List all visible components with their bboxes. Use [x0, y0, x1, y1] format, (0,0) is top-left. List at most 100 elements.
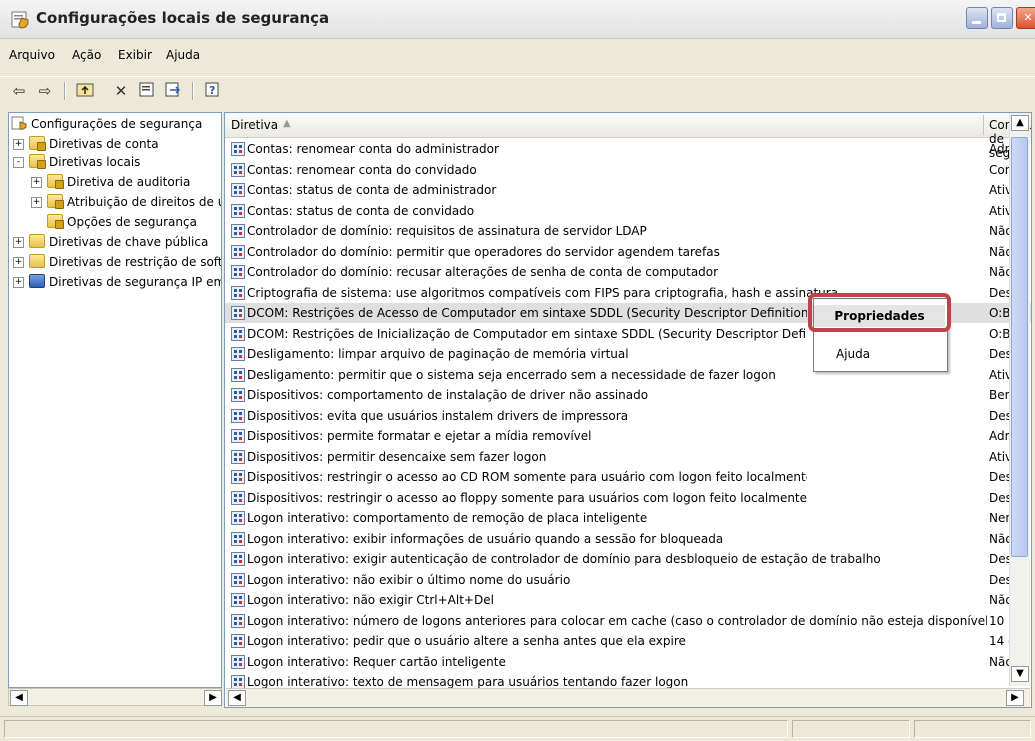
policy-icon [231, 306, 245, 320]
table-row[interactable]: Logon interativo: não exibir o último no… [225, 570, 1031, 590]
directive-cell: Controlador de domínio: requisitos de as… [247, 224, 647, 238]
folder-icon [47, 194, 64, 209]
delete-icon[interactable]: ✕ [110, 81, 132, 101]
directive-cell: Dispositivos: restringir o acesso ao CD … [247, 470, 807, 484]
tree-item-label: Diretivas locais [49, 155, 141, 169]
directive-cell: Contas: status de conta de convidado [247, 203, 475, 218]
list-header: Diretiva ▲ Configuração de segurança [225, 113, 1031, 160]
scroll-right-icon[interactable]: ▶ [1006, 690, 1024, 706]
expand-icon[interactable]: + [13, 237, 24, 248]
table-row[interactable]: Controlador do domínio: recusar alteraçõ… [225, 262, 1031, 282]
policy-icon [231, 449, 245, 464]
directive-cell: Logon interativo: comportamento de remoç… [247, 511, 648, 525]
sort-ascending-icon: ▲ [283, 118, 291, 129]
context-menu-help[interactable]: Ajuda [814, 343, 945, 365]
forward-arrow-icon[interactable]: ⇨ [34, 81, 56, 101]
table-row[interactable]: Dispositivos: permitir desencaixe sem fa… [225, 447, 1031, 467]
policy-icon [231, 511, 245, 525]
menu-arquivo[interactable]: Arquivo [9, 48, 55, 62]
table-row[interactable]: Logon interativo: comportamento de remoç… [225, 508, 1031, 528]
minimize-button[interactable] [966, 7, 988, 29]
tree-item-label: Diretiva de auditoria [67, 175, 191, 189]
menu-acao[interactable]: Ação [72, 48, 101, 62]
directive-cell: Controlador do domínio: permitir que ope… [247, 244, 720, 259]
policy-icon [231, 285, 245, 300]
table-row[interactable]: Logon interativo: não exigir Ctrl+Alt+De… [225, 590, 1031, 610]
back-arrow-icon[interactable]: ⇦ [8, 81, 30, 101]
close-button[interactable]: ✕ [1016, 7, 1035, 29]
directive-cell: Logon interativo: Requer cartão intelige… [247, 654, 506, 669]
directive-cell: Contas: status de conta de administrador [247, 183, 497, 197]
maximize-button[interactable] [991, 7, 1013, 29]
table-row[interactable]: Controlador do domínio: permitir que ope… [225, 242, 1031, 262]
status-segment [914, 720, 1031, 738]
table-row[interactable]: Contas: status de conta de convidadoAtiv… [225, 201, 1031, 221]
menu-exibir[interactable]: Exibir [118, 48, 152, 62]
table-row[interactable]: Logon interativo: exigir autenticação de… [225, 549, 1031, 569]
tree-horizontal-scrollbar[interactable]: ◀ ▶ [8, 688, 222, 706]
list-vertical-scrollbar[interactable]: ▲ ▼ [1009, 113, 1030, 686]
table-row[interactable]: Dispositivos: restringir o acesso ao flo… [225, 488, 1031, 508]
table-row[interactable]: Dispositivos: permite formatar e ejetar … [225, 426, 1031, 446]
table-row[interactable]: Contas: renomear conta do administradorA… [225, 139, 1031, 159]
policy-icon [231, 429, 245, 443]
scroll-down-icon[interactable]: ▼ [1011, 666, 1029, 682]
status-bar [0, 716, 1035, 741]
policy-icon [231, 675, 245, 689]
scroll-up-icon[interactable]: ▲ [1011, 115, 1029, 131]
ip-security-icon [29, 274, 45, 288]
status-segment-main [4, 720, 788, 738]
menu-bar: Arquivo Ação Exibir Ajuda [0, 44, 1035, 66]
tree-item-label: Diretivas de segurança IP em Computador … [49, 275, 221, 289]
table-row[interactable]: Logon interativo: Requer cartão intelige… [225, 652, 1031, 672]
scroll-right-icon[interactable]: ▶ [204, 690, 222, 706]
security-policy-icon [11, 116, 27, 130]
directive-cell: DCOM: Restrições de Inicialização de Com… [247, 326, 807, 341]
policy-icon [231, 347, 245, 361]
policy-icon [231, 326, 245, 341]
expand-icon[interactable]: + [13, 257, 24, 268]
up-folder-icon[interactable] [74, 81, 96, 101]
column-header-directive[interactable]: Diretiva [231, 118, 278, 132]
expand-icon[interactable]: + [13, 277, 24, 288]
table-row[interactable]: Contas: renomear conta do convidadoConvi… [225, 160, 1031, 180]
table-row[interactable]: Dispositivos: restringir o acesso ao CD … [225, 467, 1031, 487]
directive-cell: Dispositivos: restringir o acesso ao flo… [247, 490, 807, 505]
directive-cell: Logon interativo: número de logons anter… [247, 613, 987, 628]
folder-icon [47, 214, 64, 229]
policy-icon [231, 572, 245, 587]
highlight-annotation [808, 293, 951, 332]
export-icon[interactable] [162, 81, 184, 101]
help-icon[interactable]: ? [202, 81, 224, 101]
scroll-thumb[interactable] [1011, 137, 1028, 557]
table-row[interactable]: Logon interativo: número de logons anter… [225, 611, 1031, 631]
directive-cell: Logon interativo: não exibir o último no… [247, 572, 571, 587]
table-row[interactable]: Logon interativo: pedir que o usuário al… [225, 631, 1031, 651]
folder-icon [29, 234, 45, 248]
tree-item-label: Opções de segurança [67, 213, 197, 231]
directive-cell: Logon interativo: exibir informações de … [247, 531, 724, 546]
expand-icon[interactable]: + [13, 139, 24, 150]
expand-icon[interactable]: + [31, 197, 42, 208]
policy-icon [231, 265, 245, 279]
policy-icon [231, 183, 245, 197]
menu-ajuda[interactable]: Ajuda [166, 48, 200, 62]
list-horizontal-scrollbar[interactable]: ◀ ▶ [226, 688, 1030, 707]
policy-icon [231, 203, 245, 218]
expand-icon[interactable]: + [31, 177, 42, 188]
security-policy-icon [11, 11, 29, 29]
table-row[interactable]: Dispositivos: evita que usuários instale… [225, 406, 1031, 426]
directive-cell: Desligamento: limpar arquivo de paginaçã… [247, 347, 629, 361]
properties-icon[interactable] [136, 81, 158, 101]
policy-icon [231, 162, 245, 177]
collapse-icon[interactable]: - [13, 157, 24, 168]
table-row[interactable]: Logon interativo: exibir informações de … [225, 529, 1031, 549]
policy-icon [231, 244, 245, 259]
scroll-left-icon[interactable]: ◀ [10, 690, 28, 706]
scroll-left-icon[interactable]: ◀ [228, 690, 246, 706]
directive-cell: Controlador do domínio: recusar alteraçõ… [247, 265, 719, 279]
table-row[interactable]: Dispositivos: comportamento de instalaçã… [225, 385, 1031, 405]
table-row[interactable]: Controlador de domínio: requisitos de as… [225, 221, 1031, 241]
table-row[interactable]: Contas: status de conta de administrador… [225, 180, 1031, 200]
directive-cell: Dispositivos: permite formatar e ejetar … [247, 429, 592, 443]
